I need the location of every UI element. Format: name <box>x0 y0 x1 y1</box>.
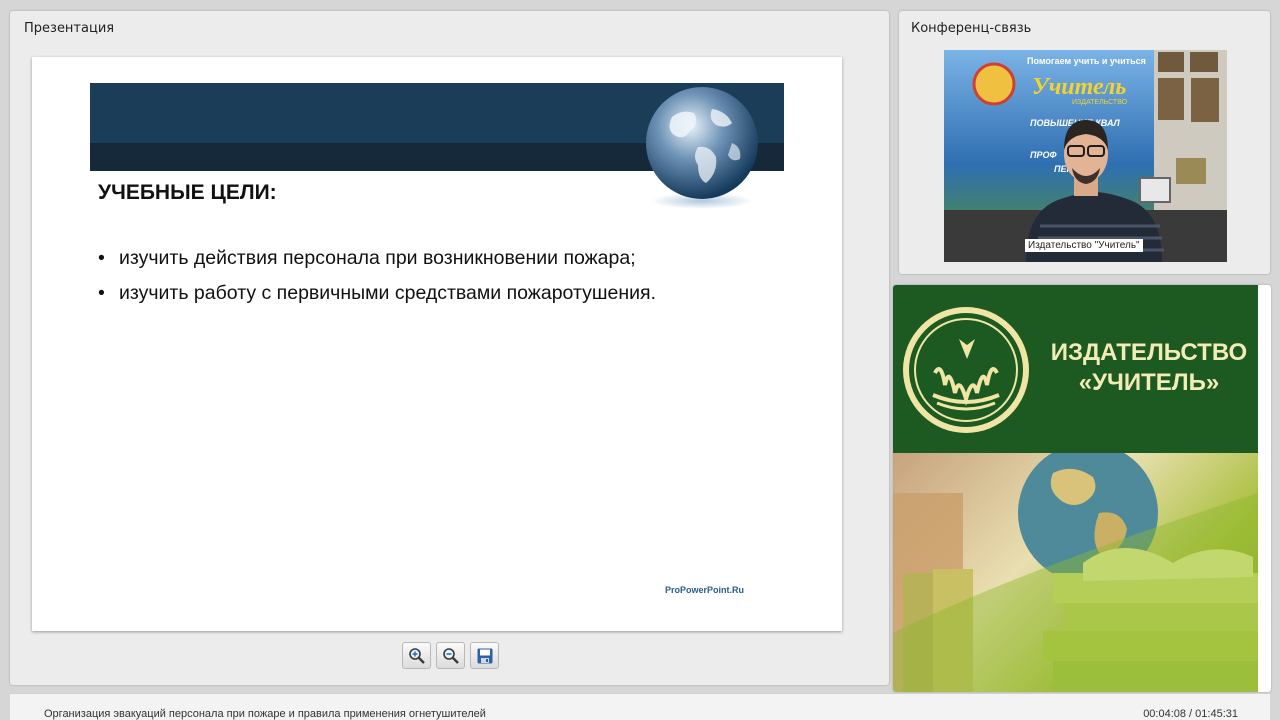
webcam-frame: Помогаем учить и учиться Учитель ИЗДАТЕЛ… <box>944 50 1227 262</box>
save-icon <box>477 648 492 663</box>
promo-title-line2: «УЧИТЕЛЬ» <box>1078 369 1220 396</box>
zoom-in-icon <box>408 647 425 664</box>
playback-time: 00:04:08 / 01:45:31 <box>1143 708 1238 720</box>
slide-bullet-list: изучить действия персонала при возникнов… <box>98 247 656 317</box>
presentation-panel: Презентация УЧЕБНЫЕ ЦЕЛИ: • изучить дейс… <box>10 11 889 685</box>
zoom-out-button[interactable] <box>436 642 465 669</box>
banner-brand-text: Учитель <box>1032 74 1126 100</box>
banner-top-text: Помогаем учить и учиться <box>1027 56 1146 66</box>
conference-panel-title: Конференц-связь <box>911 21 1032 36</box>
zoom-out-icon <box>442 647 459 664</box>
zoom-in-button[interactable] <box>402 642 431 669</box>
books-globe-illustration <box>893 453 1258 692</box>
status-bar: Организация эвакуаций персонала при пожа… <box>10 693 1270 720</box>
save-button[interactable] <box>470 642 499 669</box>
slide-toolbar <box>402 642 499 669</box>
conference-panel: Конференц-связь Помогаем учить и учиться… <box>899 11 1270 274</box>
slide-bullet: изучить работу с первичными средствами п… <box>98 282 656 305</box>
slide: УЧЕБНЫЕ ЦЕЛИ: изучить действия персонала… <box>32 57 842 631</box>
slide-heading: УЧЕБНЫЕ ЦЕЛИ: <box>98 181 277 204</box>
slide-bullet: изучить действия персонала при возникнов… <box>98 247 656 270</box>
webcam-video: Помогаем учить и учиться Учитель ИЗДАТЕЛ… <box>944 50 1227 262</box>
banner-sub-text: ИЗДАТЕЛЬСТВО <box>1072 99 1128 106</box>
promo-title: ИЗДАТЕЛЬСТВО «УЧИТЕЛЬ» <box>1049 338 1249 398</box>
publisher-logo <box>903 307 1029 433</box>
promo-title-line1: ИЗДАТЕЛЬСТВО <box>1050 339 1248 366</box>
globe-icon <box>646 87 758 209</box>
video-caption: Издательство "Учитель" <box>1025 239 1143 252</box>
banner-item: ПРОФ <box>1030 150 1057 160</box>
promo-image <box>893 453 1258 692</box>
slide-footer: ProPowerPoint.Ru <box>665 585 745 595</box>
presentation-panel-title: Презентация <box>24 21 115 36</box>
promo-header: ИЗДАТЕЛЬСТВО «УЧИТЕЛЬ» <box>893 285 1258 453</box>
promo-panel: ИЗДАТЕЛЬСТВО «УЧИТЕЛЬ» <box>893 285 1271 692</box>
lecture-title: Организация эвакуаций персонала при пожа… <box>44 708 486 720</box>
